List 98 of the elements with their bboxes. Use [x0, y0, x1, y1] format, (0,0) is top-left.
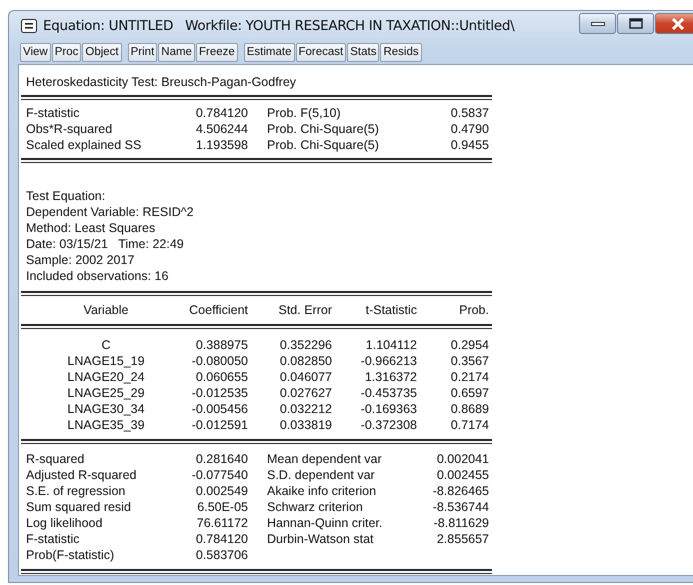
info-line: Test Equation:	[25, 188, 106, 204]
table-cell-text: 0.3567	[450, 353, 489, 369]
table-cell-text: 0.2954	[450, 337, 489, 353]
table-cell-text: -0.453735	[360, 385, 417, 401]
stat-label: F-statistic	[26, 531, 80, 547]
stat-label: Durbin-Watson stat	[266, 531, 375, 547]
info-line: Included observations: 16	[25, 268, 170, 284]
table-cell-text: -0.966213	[360, 353, 417, 369]
column-header: Coefficient	[188, 302, 248, 318]
stat-value: 0.002549	[194, 483, 248, 499]
table-cell-text: 0.060655	[194, 369, 248, 385]
toolbar-button[interactable]: View	[20, 42, 51, 62]
table-cell-text: -0.169363	[360, 401, 417, 417]
toolbar-button[interactable]: Proc	[52, 42, 82, 62]
stat-label: S.D. dependent var	[266, 467, 376, 483]
table-cell-text: 0.032212	[278, 401, 332, 417]
table-cell-text: -0.005456	[190, 401, 248, 417]
table-cell-text: 0.352296	[278, 337, 332, 353]
stat-value: 6.50E-05	[196, 499, 248, 515]
stat-value: 0.784120	[194, 105, 248, 121]
table-cell-text: LNAGE15_19	[66, 353, 146, 369]
stat-value: 0.784120	[194, 531, 248, 547]
stat-label: Log likelihood	[26, 515, 104, 531]
table-cell-text: 1.316372	[364, 369, 417, 385]
stat-label: Schwarz criterion	[266, 499, 364, 515]
stat-value: 0.002041	[436, 451, 489, 467]
table-cell-text: LNAGE25_29	[66, 385, 146, 401]
toolbar-button[interactable]: Print	[128, 42, 158, 62]
stat-value: 4.506244	[194, 121, 248, 137]
table-cell-text: 0.046077	[278, 369, 332, 385]
stat-value: -0.077540	[190, 467, 248, 483]
stat-label: Obs*R-squared	[26, 121, 114, 137]
stat-label: Adjusted R-squared	[26, 467, 138, 483]
table-cell-text: LNAGE20_24	[66, 369, 146, 385]
table-cell-text: 1.104112	[364, 337, 417, 353]
column-header: Variable	[82, 302, 130, 318]
table-cell-text: 0.7174	[450, 417, 489, 433]
stat-label: Prob(F-statistic)	[26, 547, 116, 563]
toolbar-button[interactable]: Stats	[347, 42, 380, 62]
stat-label: Mean dependent var	[266, 451, 383, 467]
table-cell-text: -0.012535	[190, 385, 248, 401]
stat-value: -8.536744	[432, 499, 489, 515]
toolbar-button[interactable]: Freeze	[196, 42, 238, 62]
window-title: Equation: UNTITLED Workfile: YOUTH RESEARCH IN TAXATION::Untitled\	[43, 18, 514, 34]
stat-label: Sum squared resid	[26, 499, 132, 515]
stat-label: R-squared	[26, 451, 86, 467]
toolbar-button[interactable]: Forecast	[296, 42, 346, 62]
info-line: Date: 03/15/21 Time: 22:49	[25, 236, 185, 252]
stat-value: 0.002455	[436, 467, 489, 483]
stat-label: F-statistic	[26, 105, 80, 121]
stat-value: 0.4790	[450, 121, 489, 137]
table-cell-text: 0.027627	[278, 385, 332, 401]
table-cell-text: LNAGE35_39	[66, 417, 146, 433]
column-header: Std. Error	[278, 302, 332, 318]
stat-label: Akaike info criterion	[266, 483, 378, 499]
stat-value: 1.193598	[194, 137, 248, 153]
table-cell-text: C	[100, 337, 112, 353]
stat-label: Prob. F(5,10)	[266, 105, 342, 121]
table-cell-text: -0.080050	[190, 353, 248, 369]
maximize-icon	[628, 18, 642, 29]
stat-label: S.E. of regression	[26, 483, 126, 499]
stat-value: 0.9455	[450, 137, 489, 153]
minimize-button[interactable]	[579, 13, 616, 34]
stat-value: 76.61172	[196, 515, 248, 531]
table-cell-text: -0.372308	[360, 417, 417, 433]
info-line: Dependent Variable: RESID^2	[25, 204, 195, 220]
close-icon	[670, 18, 684, 30]
column-header: t-Statistic	[364, 302, 417, 318]
stat-label: Prob. Chi-Square(5)	[266, 121, 380, 137]
table-cell-text: 0.6597	[450, 385, 489, 401]
table-cell-text: 0.388975	[194, 337, 248, 353]
stat-value: 0.281640	[194, 451, 248, 467]
minimize-icon	[590, 22, 604, 26]
stat-value: 0.5837	[450, 105, 489, 121]
table-cell-text: 0.082850	[278, 353, 332, 369]
toolbar-button[interactable]: Resids	[380, 42, 422, 62]
stat-label: Hannan-Quinn criter.	[266, 515, 384, 531]
toolbar-button[interactable]: Name	[158, 42, 195, 62]
output-title: Heteroskedasticity Test: Breusch-Pagan-Godfrey	[25, 74, 298, 90]
table-cell-text: 0.2174	[450, 369, 489, 385]
stat-value: -8.826465	[432, 483, 489, 499]
toolbar-button[interactable]: Object	[82, 42, 122, 62]
table-cell-text: LNAGE30_34	[66, 401, 146, 417]
stat-value: 0.583706	[194, 547, 248, 563]
stat-value: 2.855657	[436, 531, 489, 547]
stat-label: Scaled explained SS	[26, 137, 142, 153]
info-line: Sample: 2002 2017	[25, 252, 136, 268]
stat-value: -8.811629	[432, 515, 489, 531]
info-line: Method: Least Squares	[25, 220, 156, 236]
table-cell-text: -0.012591	[190, 417, 248, 433]
maximize-button[interactable]	[617, 13, 654, 34]
close-button[interactable]	[655, 13, 693, 34]
table-cell-text: 0.033819	[278, 417, 332, 433]
column-header: Prob.	[458, 302, 489, 318]
table-cell-text: 0.8689	[450, 401, 489, 417]
toolbar-button[interactable]: Estimate	[244, 42, 295, 62]
stat-label: Prob. Chi-Square(5)	[266, 137, 380, 153]
menu-icon[interactable]	[21, 19, 37, 33]
